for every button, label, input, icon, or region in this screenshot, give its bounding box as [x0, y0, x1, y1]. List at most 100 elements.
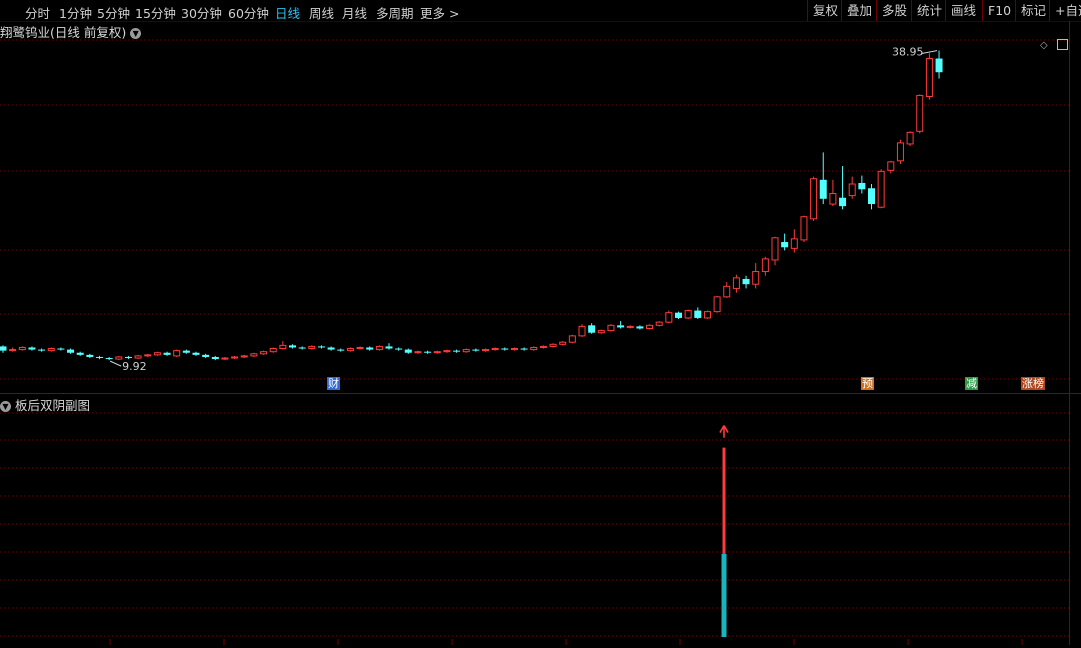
- candle-body: [839, 197, 847, 207]
- candle-body: [173, 350, 181, 357]
- candle: [18, 346, 26, 351]
- candle: [906, 131, 914, 147]
- kline-panel[interactable]: 38.95 9.92: [0, 21, 1069, 393]
- candle-body: [9, 349, 17, 352]
- candle: [723, 282, 731, 298]
- candle: [153, 351, 161, 356]
- candle-body: [356, 346, 364, 350]
- candle: [848, 176, 856, 199]
- candle-body: [57, 348, 65, 350]
- candle: [385, 343, 393, 350]
- candle: [250, 352, 258, 357]
- candle: [790, 229, 798, 253]
- candle-body: [597, 330, 605, 334]
- tab-multi-period[interactable]: 多周期: [376, 3, 414, 22]
- candle: [9, 347, 17, 352]
- candle: [86, 353, 94, 359]
- candle-body: [308, 345, 316, 350]
- candle: [308, 345, 316, 350]
- candle: [877, 169, 885, 209]
- candle-body: [260, 351, 268, 355]
- candle: [337, 348, 345, 352]
- tab-daily[interactable]: 日线: [275, 3, 300, 22]
- candle-body: [192, 352, 200, 355]
- tab-5min[interactable]: 5分钟: [97, 3, 130, 22]
- candle: [510, 347, 518, 351]
- candle-body: [781, 242, 789, 248]
- adjust-button[interactable]: 复权: [807, 0, 843, 21]
- candle-body: [588, 325, 596, 333]
- checkbox-icon[interactable]: [1057, 39, 1068, 50]
- candle-body: [732, 277, 740, 289]
- tab-15min[interactable]: 15分钟: [135, 3, 176, 22]
- candle: [38, 348, 46, 352]
- candle: [424, 350, 432, 354]
- candle: [395, 347, 403, 351]
- candle: [868, 184, 875, 210]
- candle: [76, 351, 84, 356]
- candle: [202, 353, 210, 359]
- statistics-button[interactable]: 统计: [911, 0, 947, 21]
- chart-title: 翔鹭钨业(日线 前复权) ▼: [0, 22, 142, 41]
- tab-60min[interactable]: 60分钟: [228, 3, 269, 22]
- candle: [752, 263, 760, 289]
- tab-weekly[interactable]: 周线: [309, 3, 334, 22]
- title-menu-icon[interactable]: ▼: [130, 28, 142, 39]
- candle-body: [144, 354, 152, 357]
- multi-stock-button[interactable]: 多股: [876, 0, 912, 21]
- candle: [327, 346, 335, 351]
- candle-body: [482, 349, 489, 352]
- candle: [491, 347, 499, 351]
- candle-body: [530, 346, 538, 351]
- event-marker-0[interactable]: 财: [327, 377, 340, 390]
- overlay-button[interactable]: 叠加: [841, 0, 877, 21]
- candle-body: [231, 356, 239, 359]
- candle-body: [221, 357, 229, 360]
- candle: [375, 345, 383, 351]
- tab-monthly[interactable]: 月线: [342, 3, 367, 22]
- sub-indicator-panel[interactable]: [0, 394, 1069, 645]
- candle: [761, 256, 769, 276]
- candle-body: [366, 347, 374, 350]
- candle: [144, 353, 152, 357]
- event-marker-2[interactable]: 减: [965, 377, 978, 390]
- tab-30min[interactable]: 30分钟: [181, 3, 222, 22]
- candle: [694, 307, 702, 319]
- candle: [839, 166, 847, 210]
- candle-body: [501, 348, 509, 350]
- tab-timeshare[interactable]: 分时: [25, 3, 50, 22]
- mark-button[interactable]: 标记: [1015, 0, 1051, 21]
- candle: [269, 347, 277, 353]
- candle-body: [539, 345, 547, 348]
- candle-body: [76, 352, 84, 355]
- tab-more[interactable]: 更多 >: [420, 3, 459, 22]
- candle-body: [491, 348, 499, 351]
- f10-button[interactable]: F10: [982, 0, 1016, 21]
- candle: [366, 346, 374, 351]
- kline-chart: 38.95 9.92: [0, 39, 1069, 380]
- candle: [211, 355, 219, 361]
- candle-body: [317, 346, 325, 348]
- candle-body: [887, 161, 895, 171]
- draw-line-button[interactable]: 画线: [945, 0, 981, 21]
- candle-body: [626, 325, 634, 328]
- candle-body: [385, 346, 393, 349]
- candle: [47, 347, 55, 352]
- candle-body: [810, 178, 818, 220]
- event-marker-3[interactable]: 涨榜: [1021, 377, 1045, 390]
- add-watchlist-button[interactable]: +自选: [1049, 0, 1081, 21]
- candle: [67, 348, 75, 354]
- sub-menu-icon[interactable]: ▼: [0, 401, 11, 412]
- candle: [588, 323, 596, 334]
- candle-body: [134, 355, 142, 359]
- candle: [317, 345, 325, 349]
- event-marker-1[interactable]: 预: [861, 377, 874, 390]
- candle: [221, 356, 229, 361]
- candle-body: [96, 356, 103, 359]
- candle-body: [346, 348, 354, 352]
- candle-body: [713, 296, 721, 313]
- candle-body: [520, 348, 528, 350]
- candle-body: [289, 345, 296, 348]
- diamond-icon[interactable]: ◇: [1040, 40, 1048, 51]
- tab-1min[interactable]: 1分钟: [59, 3, 92, 22]
